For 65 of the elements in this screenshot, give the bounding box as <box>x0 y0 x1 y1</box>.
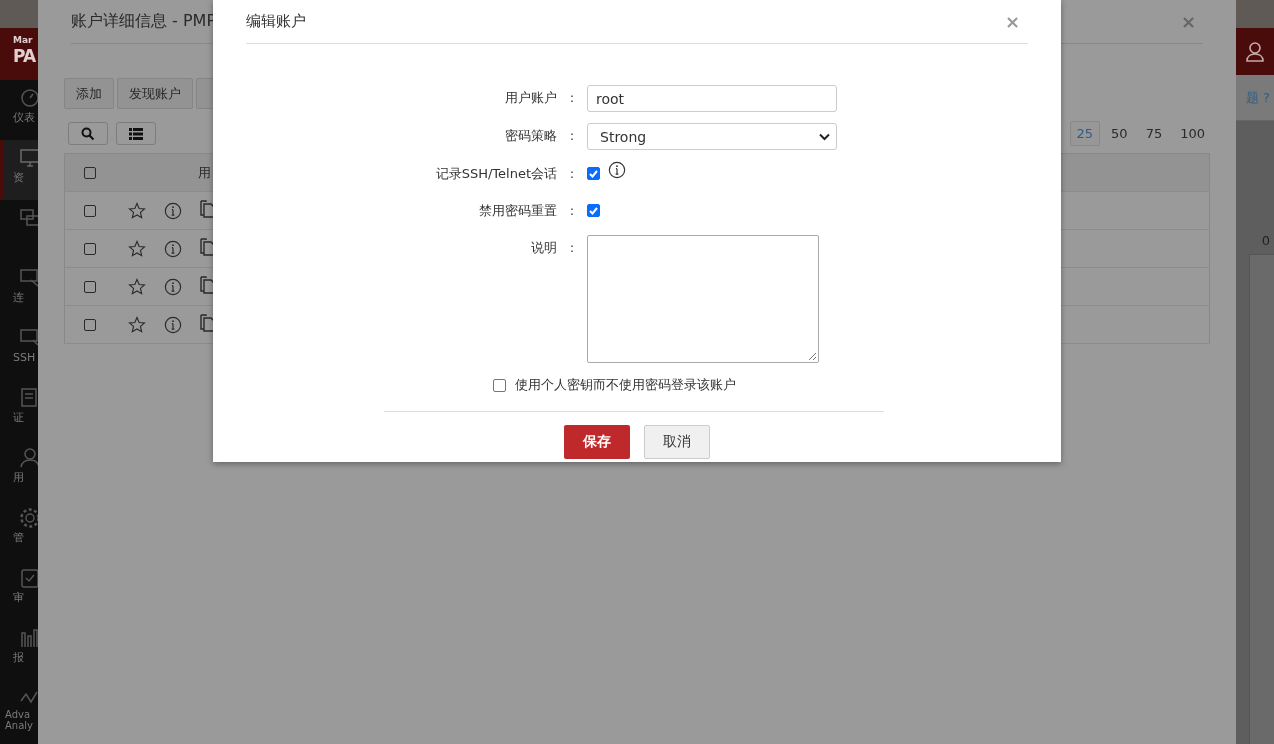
list-icon <box>129 127 143 140</box>
field-label: 说明 <box>530 239 557 257</box>
sidebar-item[interactable]: 用 <box>0 440 38 500</box>
resize-grip-icon[interactable] <box>808 352 817 361</box>
checkbox[interactable] <box>84 166 96 179</box>
user-icon[interactable] <box>1244 40 1266 63</box>
page-size-option[interactable]: 50 <box>1104 121 1135 146</box>
info-icon[interactable] <box>164 315 182 334</box>
dialog-title: 编辑账户 <box>246 12 306 31</box>
colon-text: : <box>568 239 576 257</box>
sidebar-item[interactable]: 资 <box>0 140 38 200</box>
page-size-option[interactable]: 75 <box>1138 121 1170 146</box>
checkbox[interactable] <box>84 318 96 331</box>
sidebar-item[interactable]: 连 <box>0 260 38 320</box>
gear-icon[interactable] <box>19 507 38 529</box>
star-icon[interactable] <box>128 315 146 334</box>
gauge-icon[interactable] <box>19 87 38 109</box>
sidebar-item[interactable]: 证 <box>0 380 38 440</box>
count-text: 0 <box>1261 233 1270 248</box>
page-size-option[interactable]: 100 <box>1173 121 1212 146</box>
save-button[interactable]: 保存 <box>564 425 630 459</box>
close-button[interactable]: × <box>1004 11 1028 32</box>
brand-text: Mar <box>13 36 34 45</box>
sidebar-item[interactable]: 审 <box>0 560 38 620</box>
sidebar-item[interactable]: 管 <box>0 500 38 560</box>
field-label: 禁用密码重置 <box>478 202 557 220</box>
info-icon[interactable] <box>164 277 182 296</box>
star-icon[interactable] <box>128 239 146 258</box>
search-icon <box>81 126 95 141</box>
page-size-option[interactable]: 25 <box>1069 121 1101 146</box>
checkbox[interactable] <box>587 167 600 180</box>
column-header[interactable]: 用 <box>198 164 211 180</box>
cancel-button[interactable]: 取消 <box>644 425 710 459</box>
checkbox-label: 使用个人密钥而不使用密码登录该账户 <box>514 376 736 394</box>
checkbox[interactable] <box>492 378 506 392</box>
toolbar-button[interactable]: 添加 <box>64 78 114 109</box>
person-icon[interactable] <box>19 447 38 469</box>
checkbox[interactable] <box>84 204 96 217</box>
star-icon[interactable] <box>128 277 146 296</box>
info-icon[interactable] <box>164 201 182 220</box>
clipboard-icon[interactable] <box>19 567 38 589</box>
chevron-down-icon[interactable] <box>819 132 830 141</box>
toolbar-button[interactable]: 发现账户 <box>117 78 193 109</box>
brand-text: PA <box>13 48 37 65</box>
colon-text: : <box>568 127 576 145</box>
star-icon[interactable] <box>128 201 146 220</box>
colon-text: : <box>568 202 576 220</box>
search-button[interactable] <box>68 122 108 145</box>
checkbox[interactable] <box>587 204 600 217</box>
field-label: 密码策略 <box>504 127 557 145</box>
sidebar-item[interactable]: 仪表 <box>0 80 38 140</box>
colon-text: : <box>568 165 576 183</box>
dropdown[interactable]: Strong <box>587 123 837 150</box>
sidebar-item[interactable]: 报 <box>0 620 38 680</box>
checkbox[interactable] <box>84 242 96 255</box>
field-label: 记录SSH/Telnet会话 <box>434 165 557 183</box>
colon-text: : <box>568 89 576 107</box>
field-label: 用户账户 <box>504 89 557 107</box>
sidebar-item[interactable]: SSH <box>0 320 38 380</box>
sidebar-item[interactable]: Adva Analy <box>0 680 38 740</box>
input-field[interactable]: root <box>587 85 837 112</box>
checkbox[interactable] <box>84 280 96 293</box>
list-view-button[interactable] <box>116 122 156 145</box>
info-icon[interactable] <box>164 239 182 258</box>
info-icon[interactable] <box>608 161 626 179</box>
